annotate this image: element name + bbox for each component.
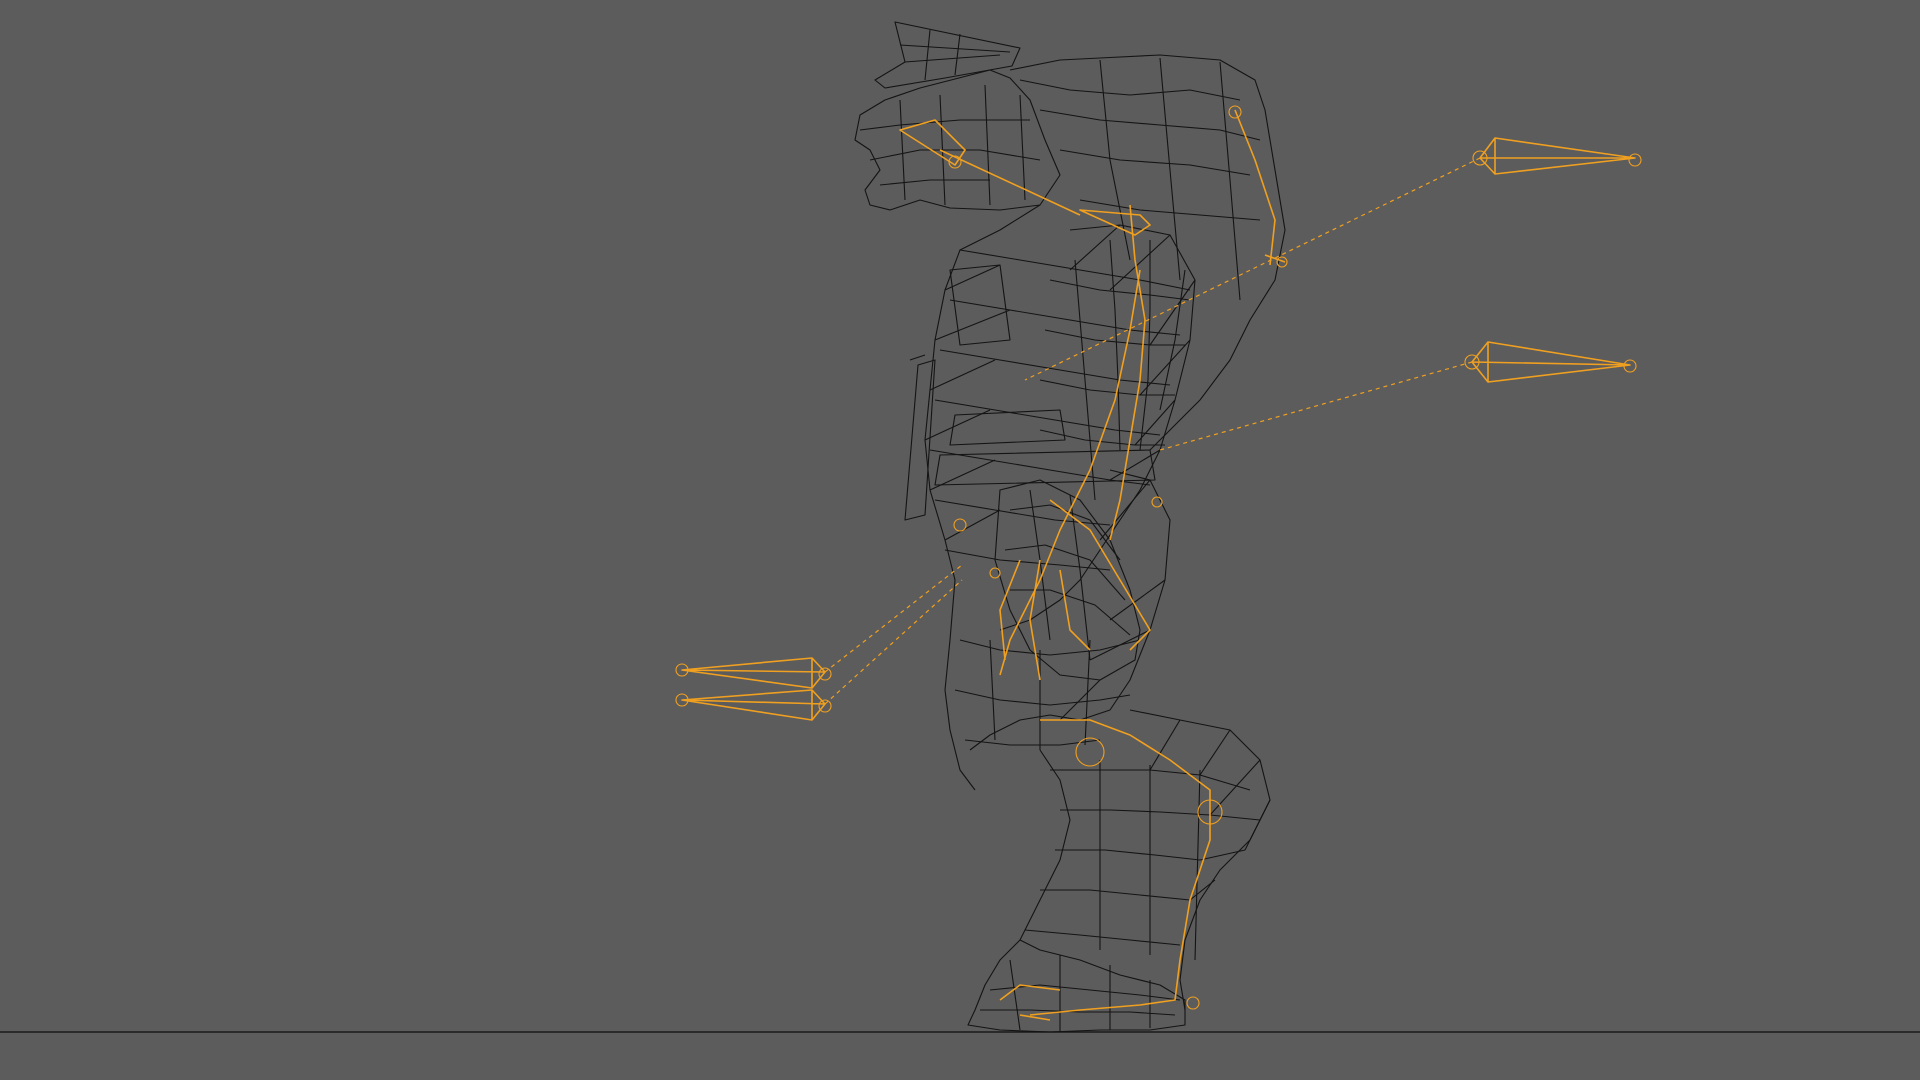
- viewport-canvas[interactable]: [0, 0, 1920, 1080]
- character-mesh[interactable]: [854, 21, 1286, 1033]
- ik-target-foot-upper[interactable]: [675, 564, 963, 689]
- 3d-viewport[interactable]: [0, 0, 1920, 1080]
- ik-handle-foot-lower-icon[interactable]: [818, 699, 832, 713]
- toe-joint-icon[interactable]: [1186, 996, 1200, 1010]
- knee-joint-icon[interactable]: [1075, 737, 1105, 767]
- ik-target-upper[interactable]: [1024, 137, 1642, 381]
- ik-target-foot-lower[interactable]: [675, 579, 963, 721]
- ik-tip-upper-icon[interactable]: [1628, 153, 1642, 167]
- hand-joint-icon[interactable]: [953, 518, 967, 532]
- rig-armature[interactable]: [899, 105, 1288, 1021]
- ik-handle-foot-upper-icon[interactable]: [818, 667, 832, 681]
